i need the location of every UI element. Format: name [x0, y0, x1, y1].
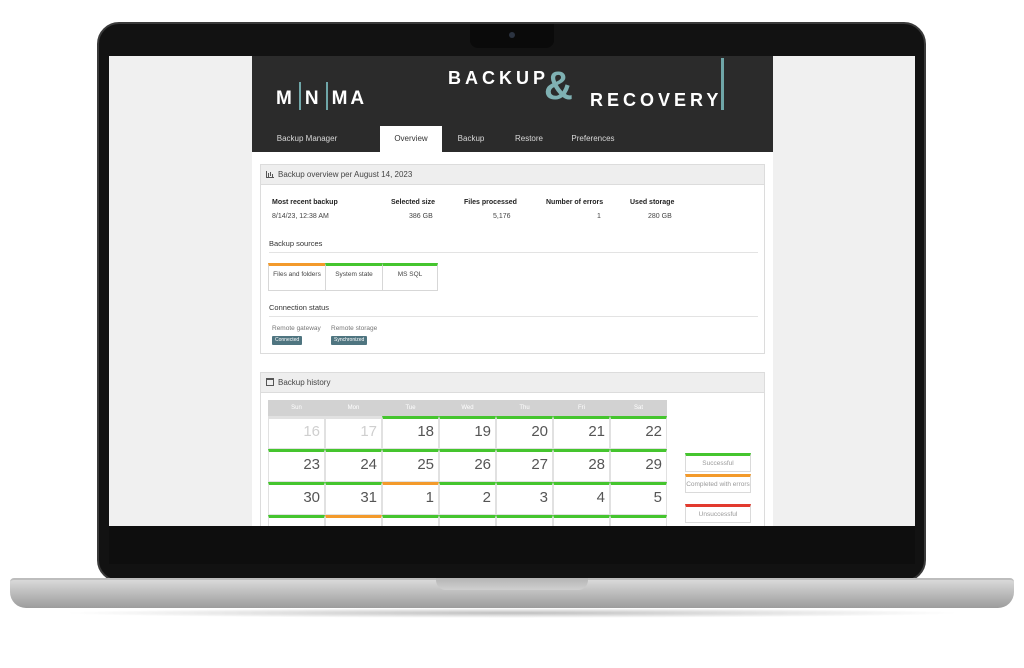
- calendar-day-cell[interactable]: [325, 515, 382, 526]
- brand-accent-bar: [721, 58, 724, 110]
- nav-tab-backup[interactable]: Backup: [450, 126, 492, 152]
- brand-title-backup: BACKUP: [448, 68, 550, 88]
- calendar-day-cell[interactable]: 25: [382, 449, 439, 482]
- calendar-day-cell[interactable]: 29: [610, 449, 667, 482]
- overview-title: Backup overview per August 14, 2023: [278, 170, 413, 179]
- app-header: M N MA BACKUP & RECOVERY Backup Manager Ov…: [252, 56, 773, 152]
- stat-value-files-processed: 5,176: [493, 213, 511, 220]
- laptop-opening-notch: [436, 578, 588, 590]
- weekday-header-tue: Tue: [382, 400, 439, 416]
- calendar-day-cell[interactable]: 3: [496, 482, 553, 515]
- weekday-header-fri: Fri: [553, 400, 610, 416]
- stat-label-selected-size: Selected size: [391, 199, 435, 206]
- stat-value-used-storage: 280 GB: [648, 213, 672, 220]
- weekday-header-sat: Sat: [610, 400, 667, 416]
- stat-value-number-of-errors: 1: [597, 213, 601, 220]
- logo-text-m: M: [276, 88, 295, 109]
- logo-divider: [325, 82, 328, 110]
- logo-text-n: N: [304, 88, 322, 109]
- brand-title-recovery: RECOVERY: [590, 90, 723, 110]
- calendar-day-cell[interactable]: 4: [553, 482, 610, 515]
- calendar-day-cell[interactable]: [496, 515, 553, 526]
- section-divider: [269, 316, 758, 317]
- weekday-header-mon: Mon: [325, 400, 382, 416]
- nav-tab-preferences[interactable]: Preferences: [564, 126, 622, 152]
- logo-divider: [298, 82, 301, 110]
- calendar-day-cell[interactable]: 16: [268, 416, 325, 449]
- calendar-day-cell[interactable]: 26: [439, 449, 496, 482]
- legend-item-successful: Successful: [685, 453, 751, 472]
- source-ms-sql[interactable]: MS SQL: [382, 263, 438, 291]
- source-files-and-folders[interactable]: Files and folders: [268, 263, 326, 291]
- main-nav: Backup Manager Overview Backup Restore P…: [252, 126, 773, 152]
- calendar-day-cell[interactable]: 1: [382, 482, 439, 515]
- calendar-day-cell[interactable]: 30: [268, 482, 325, 515]
- stat-label-most-recent: Most recent backup: [272, 199, 338, 206]
- legend-item-completed-with-errors: Completed with errors: [685, 474, 751, 493]
- remote-gateway-status-badge: Connected: [272, 336, 303, 345]
- calendar-day-cell[interactable]: 23: [268, 449, 325, 482]
- backup-app: M N MA BACKUP & RECOVERY Backup Manager Ov…: [252, 56, 773, 526]
- bar-chart-icon: [266, 171, 274, 178]
- laptop-shadow: [60, 608, 964, 618]
- calendar-day-cell[interactable]: 17: [325, 416, 382, 449]
- calendar-day-cell[interactable]: [439, 515, 496, 526]
- remote-gateway-label: Remote gateway: [272, 325, 321, 332]
- calendar-day-cell[interactable]: 22: [610, 416, 667, 449]
- calendar-day-cell[interactable]: [268, 515, 325, 526]
- overview-panel: Backup overview per August 14, 2023 Most…: [260, 164, 765, 354]
- remote-storage-status-badge: Synchronized: [331, 336, 368, 345]
- stat-label-used-storage: Used storage: [630, 199, 675, 206]
- weekday-header-sun: Sun: [268, 400, 325, 416]
- nav-backup-manager[interactable]: Backup Manager: [262, 126, 352, 152]
- backup-sources-title: Backup sources: [269, 239, 323, 248]
- stat-value-most-recent: 8/14/23, 12:38 AM: [272, 213, 329, 220]
- calendar-day-cell[interactable]: 21: [553, 416, 610, 449]
- screen-bezel-bottom: [109, 526, 915, 564]
- camera-icon: [509, 32, 515, 38]
- calendar-day-cell[interactable]: [382, 515, 439, 526]
- connection-status-title: Connection status: [269, 303, 330, 312]
- section-divider: [269, 252, 758, 253]
- brand-title-ampersand: &: [544, 64, 573, 108]
- laptop-screen: M N MA BACKUP & RECOVERY Backup Manager Ov…: [109, 56, 915, 526]
- stat-value-selected-size: 386 GB: [409, 213, 433, 220]
- minima-logo: M N MA: [276, 82, 367, 110]
- history-panel-header: Backup history: [261, 373, 764, 393]
- overview-panel-header: Backup overview per August 14, 2023: [261, 165, 764, 185]
- calendar-icon: [266, 378, 274, 386]
- calendar-day-cell[interactable]: 19: [439, 416, 496, 449]
- source-system-state[interactable]: System state: [325, 263, 383, 291]
- nav-tab-overview[interactable]: Overview: [380, 126, 442, 152]
- weekday-header-wed: Wed: [439, 400, 496, 416]
- calendar-day-cell[interactable]: 31: [325, 482, 382, 515]
- calendar-day-cell[interactable]: [553, 515, 610, 526]
- calendar-day-cell[interactable]: 5: [610, 482, 667, 515]
- stat-label-number-of-errors: Number of errors: [546, 199, 604, 206]
- calendar-day-cell[interactable]: [610, 515, 667, 526]
- legend-item-unsuccessful: Unsuccessful: [685, 504, 751, 523]
- calendar-day-cell[interactable]: 27: [496, 449, 553, 482]
- remote-storage-label: Remote storage: [331, 325, 378, 332]
- calendar-day-cell[interactable]: 2: [439, 482, 496, 515]
- calendar-day-cell[interactable]: 18: [382, 416, 439, 449]
- history-panel: Backup history Sun Mon Tue Wed Thu Fri Sat 16 17…: [260, 372, 765, 526]
- history-title: Backup history: [278, 378, 331, 387]
- calendar-day-cell[interactable]: 20: [496, 416, 553, 449]
- weekday-header-thu: Thu: [496, 400, 553, 416]
- logo-text-ma: MA: [331, 88, 368, 109]
- nav-tab-restore[interactable]: Restore: [508, 126, 550, 152]
- stat-label-files-processed: Files processed: [464, 199, 517, 206]
- calendar-day-cell[interactable]: 24: [325, 449, 382, 482]
- calendar-day-cell[interactable]: 28: [553, 449, 610, 482]
